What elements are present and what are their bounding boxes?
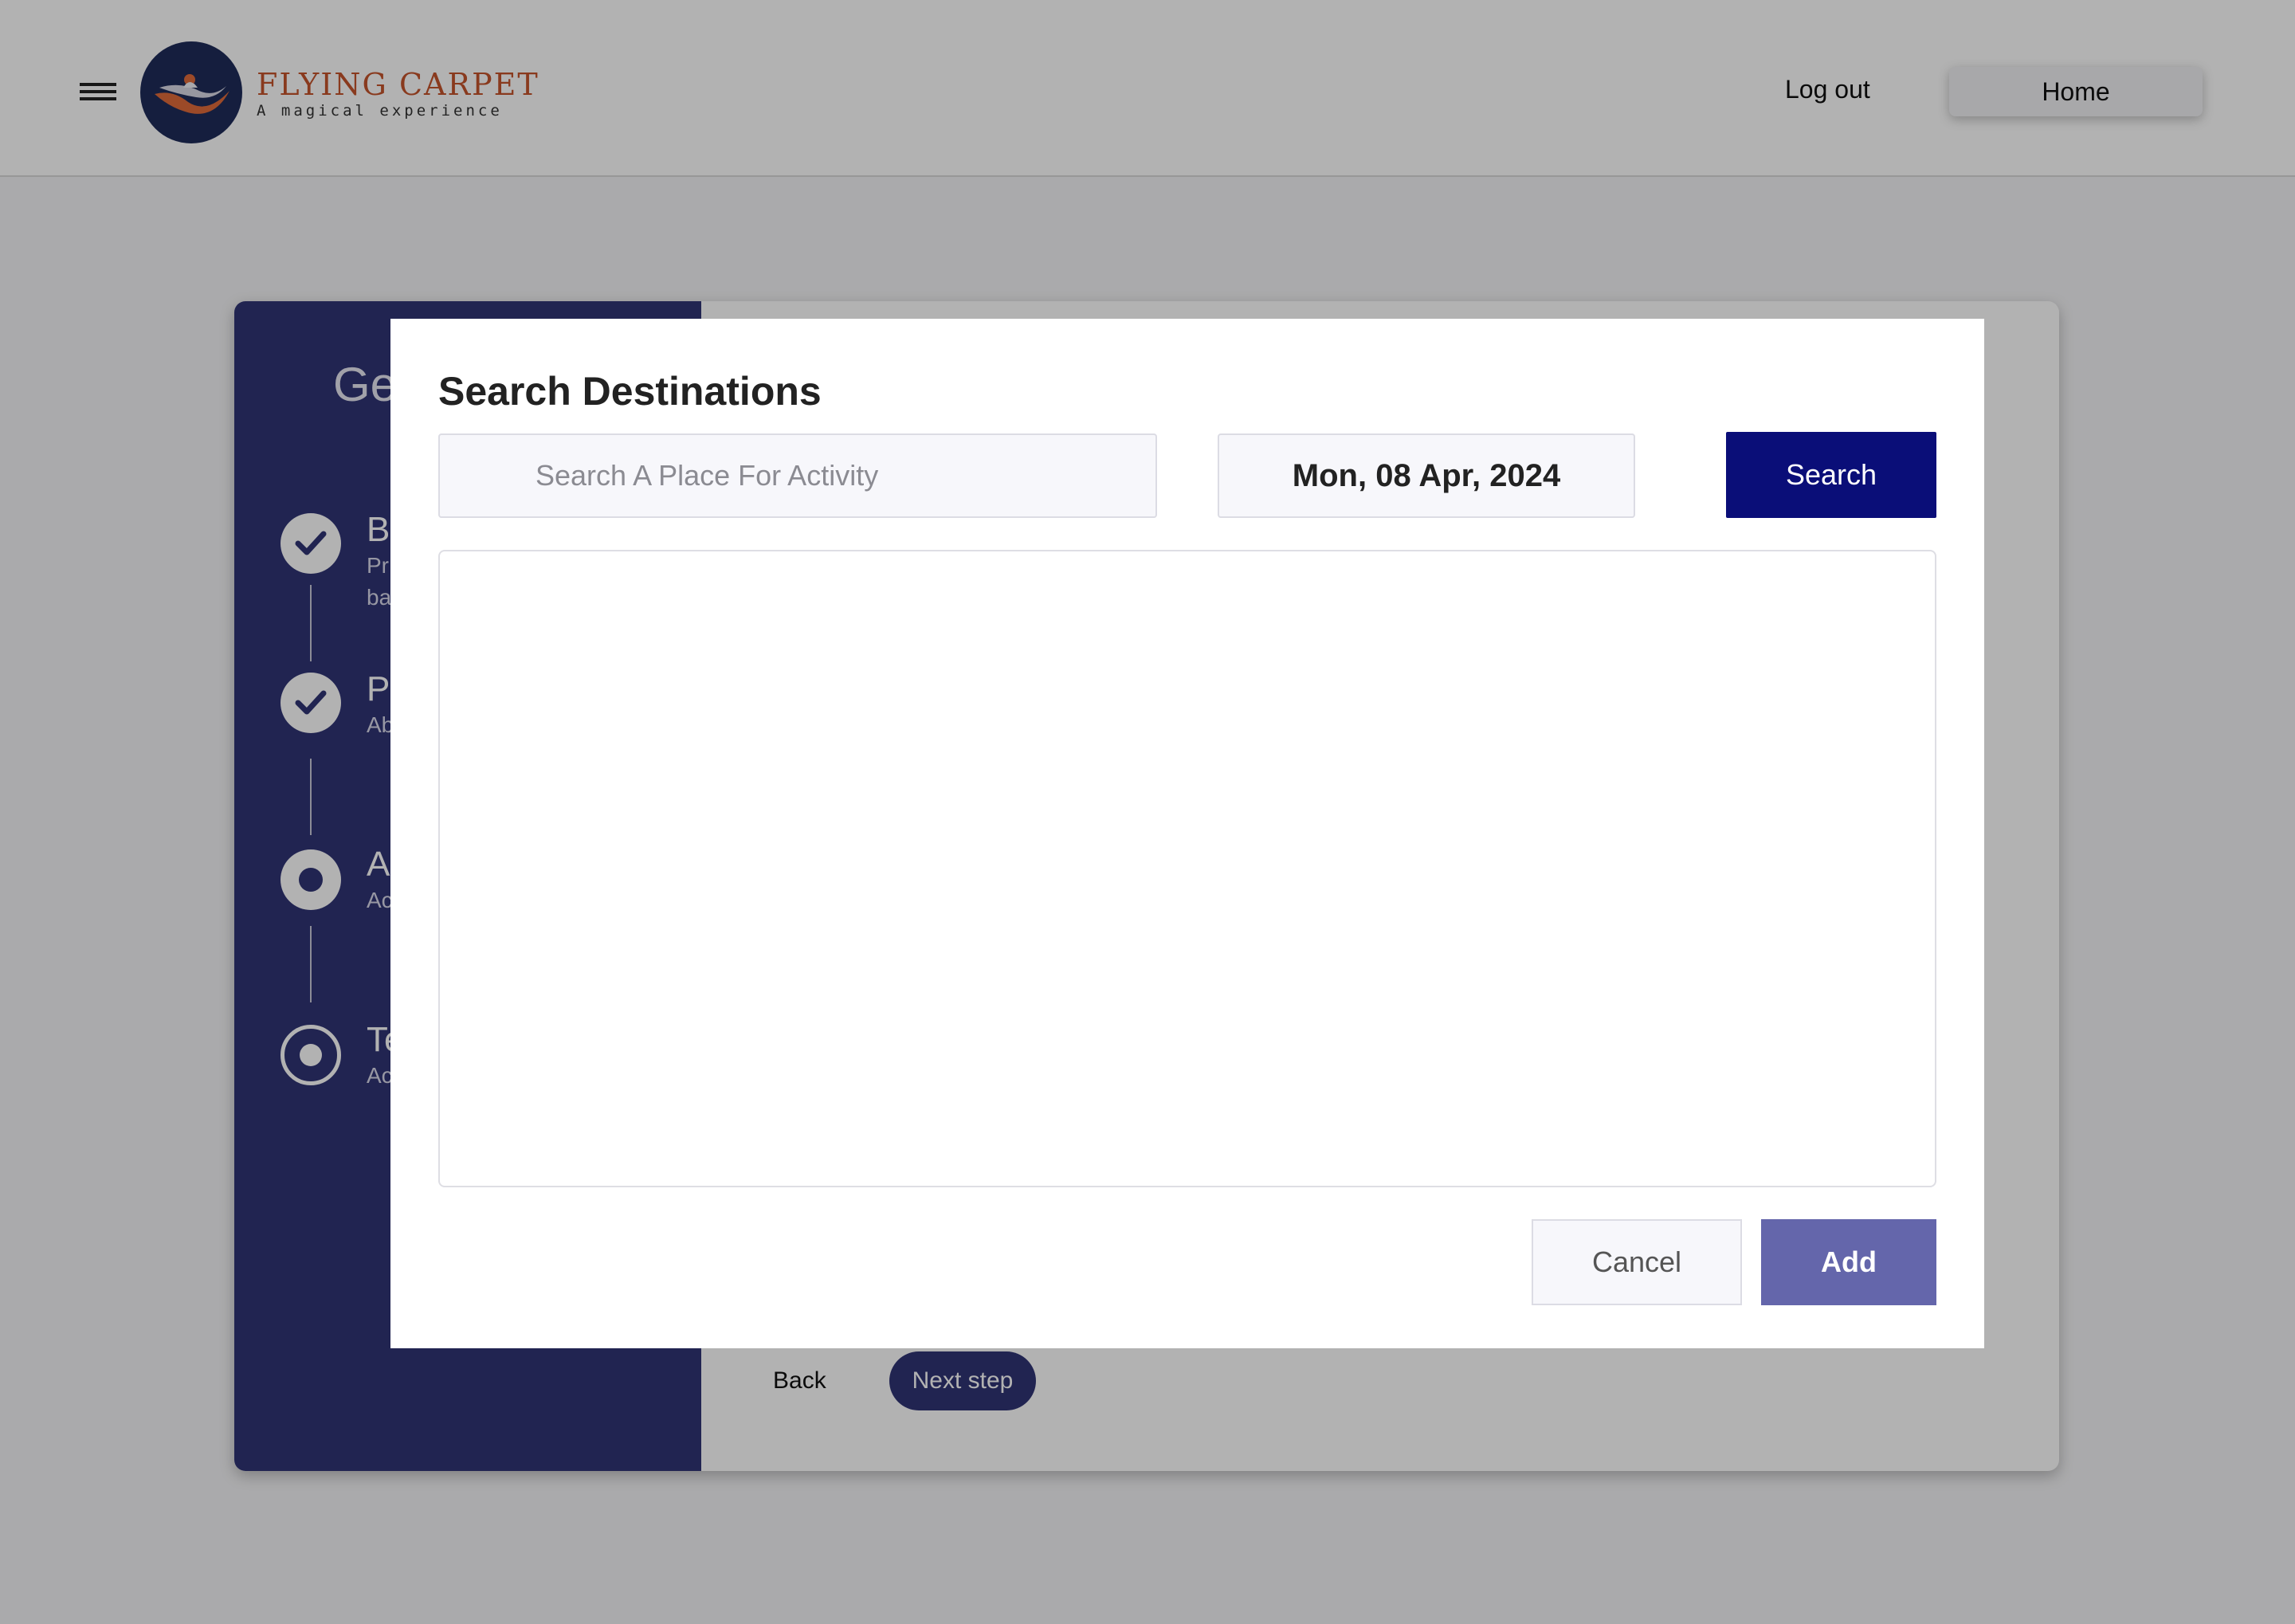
date-picker-field[interactable]: Mon, 08 Apr, 2024 xyxy=(1218,433,1635,518)
search-button[interactable]: Search xyxy=(1726,432,1936,518)
cancel-button[interactable]: Cancel xyxy=(1532,1219,1742,1305)
search-results-panel[interactable] xyxy=(438,550,1936,1187)
place-search-input[interactable] xyxy=(438,433,1157,518)
search-destinations-dialog: Search Destinations Mon, 08 Apr, 2024 Se… xyxy=(390,319,1984,1348)
dialog-title: Search Destinations xyxy=(438,369,822,414)
add-button[interactable]: Add xyxy=(1761,1219,1936,1305)
